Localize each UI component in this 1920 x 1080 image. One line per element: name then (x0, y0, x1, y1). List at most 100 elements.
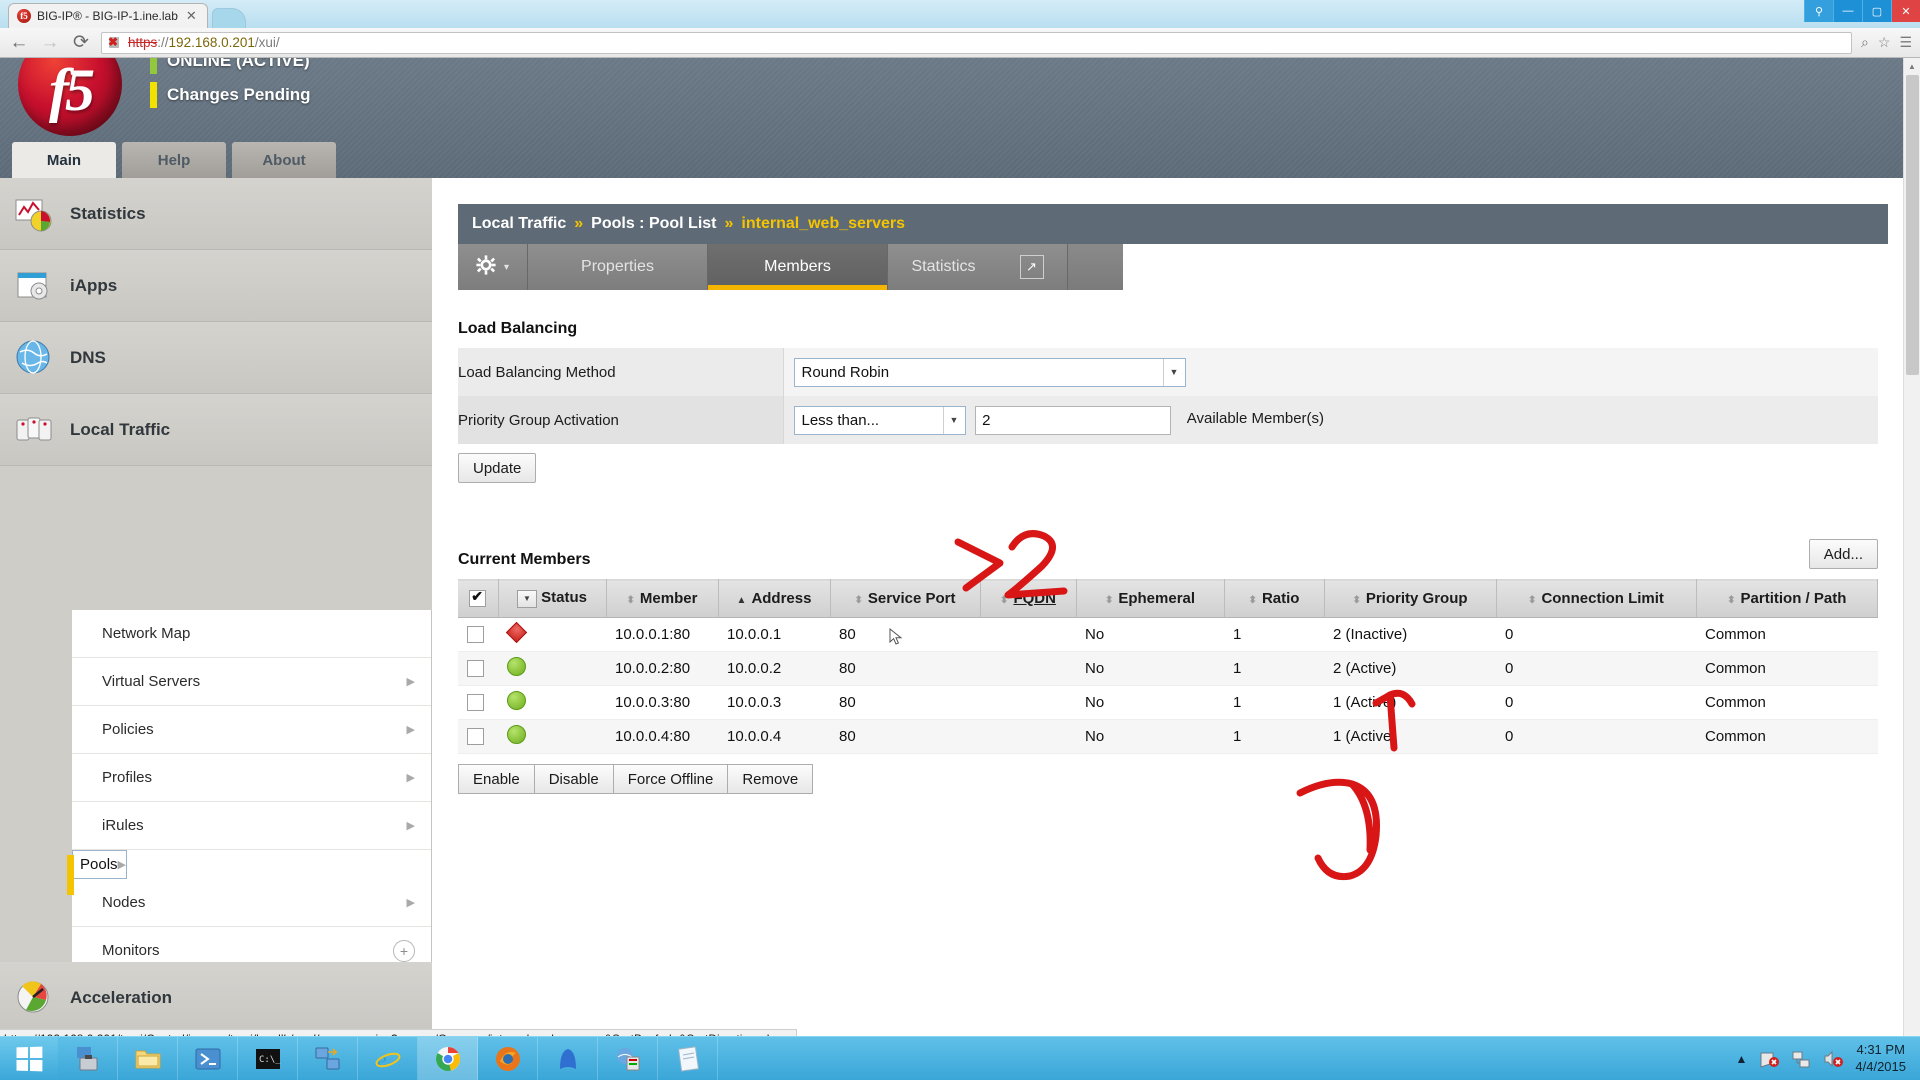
tab-help[interactable]: Help (122, 142, 226, 178)
row-connection-limit: 0 (1496, 651, 1696, 686)
load-balancing-method-select[interactable]: Round Robin ▼ (793, 357, 1186, 387)
zoom-icon[interactable]: ⌕ (1861, 34, 1869, 51)
row-checkbox-cell[interactable] (458, 685, 498, 720)
broken-https-icon[interactable]: ✖ (108, 35, 123, 50)
row-checkbox-cell[interactable] (458, 651, 498, 686)
chrome-menu-icon[interactable]: ☰ (1899, 34, 1912, 51)
table-row[interactable]: 10.0.0.3:80 10.0.0.3 80 No 1 1 (Active) … (458, 685, 1878, 720)
table-row[interactable]: 10.0.0.1:80 10.0.0.1 80 No 1 2 (Inactive… (458, 617, 1878, 652)
th-select-all[interactable] (458, 579, 499, 618)
bookmark-star-icon[interactable]: ☆ (1878, 34, 1891, 51)
tray-expand-icon[interactable]: ▲ (1736, 1052, 1748, 1066)
row-member-link[interactable]: 10.0.0.4:80 (606, 719, 718, 754)
sidebar-subitem-policies[interactable]: Policies ▶ (72, 706, 431, 754)
new-tab-button[interactable] (211, 8, 246, 28)
select-all-checkbox[interactable] (469, 588, 487, 608)
taskbar-briefcase-icon[interactable] (58, 1037, 118, 1080)
chevron-down-icon[interactable]: ▾ (504, 262, 509, 273)
taskbar-notepad-icon[interactable] (658, 1037, 718, 1080)
volume-muted-icon[interactable] (1823, 1049, 1844, 1069)
row-member-link[interactable]: 10.0.0.2:80 (606, 651, 718, 686)
tab-main[interactable]: Main (12, 142, 116, 178)
breadcrumb-pool-list[interactable]: Pools : Pool List (591, 215, 716, 233)
network-error-icon[interactable] (1759, 1049, 1780, 1069)
sidebar-item-iapps[interactable]: iApps (0, 250, 432, 322)
sidebar-item-acceleration[interactable]: Acceleration (0, 962, 432, 1034)
sidebar-item-statistics[interactable]: Statistics (0, 178, 432, 250)
th-ephemeral[interactable]: ⬍ Ephemeral (1076, 579, 1225, 618)
tab-gear-menu[interactable]: ▾ (458, 244, 528, 290)
forward-icon[interactable]: → (39, 33, 61, 52)
row-member-link[interactable]: 10.0.0.3:80 (606, 685, 718, 720)
taskbar-google-chrome-icon[interactable] (418, 1037, 478, 1080)
th-service-port[interactable]: ⬍ Service Port (830, 579, 981, 618)
sort-icon: ⬍ (1104, 595, 1114, 606)
browser-tab[interactable]: f5 BIG-IP® - BIG-IP-1.ine.lab ✕ (8, 3, 208, 28)
taskbar-command-prompt-icon[interactable]: C:\_ (238, 1037, 298, 1080)
tab-statistics[interactable]: Statistics ↗ (888, 244, 1068, 290)
scrollbar-thumb[interactable] (1906, 75, 1919, 375)
address-bar[interactable]: ✖ https://192.168.0.201/xui/ (101, 31, 1853, 54)
sidebar-subitem-profiles[interactable]: Profiles ▶ (72, 754, 431, 802)
tab-about[interactable]: About (232, 142, 336, 178)
row-checkbox[interactable] (467, 728, 484, 746)
th-fqdn[interactable]: ⬍ FQDN (980, 579, 1077, 618)
popout-icon[interactable]: ↗ (1019, 255, 1044, 279)
reload-icon[interactable]: ⟳ (70, 33, 92, 52)
back-icon[interactable]: ← (8, 33, 30, 52)
close-icon[interactable]: ✕ (184, 8, 199, 24)
f5-logo[interactable]: f5 (18, 58, 122, 136)
sidebar-subitem-pools[interactable]: Pools ▶ (67, 850, 127, 895)
sidebar-subitem-nodes[interactable]: Nodes ▶ (72, 879, 431, 927)
row-checkbox[interactable] (467, 660, 484, 678)
sidebar-subitem-irules[interactable]: iRules ▶ (72, 802, 431, 850)
taskbar-internet-explorer-icon[interactable]: e (358, 1037, 418, 1080)
table-row[interactable]: 10.0.0.4:80 10.0.0.4 80 No 1 1 (Active) … (458, 719, 1878, 754)
th-connection-limit[interactable]: ⬍ Connection Limit (1496, 579, 1697, 618)
tab-properties[interactable]: Properties (528, 244, 708, 290)
th-status[interactable]: ▼ Status (498, 579, 607, 618)
taskbar-powershell-icon[interactable] (178, 1037, 238, 1080)
row-checkbox[interactable] (467, 626, 484, 644)
plus-icon[interactable]: + (393, 939, 415, 962)
th-address[interactable]: ▲ Address (718, 579, 831, 618)
table-row[interactable]: 10.0.0.2:80 10.0.0.2 80 No 1 2 (Active) … (458, 651, 1878, 686)
taskbar-folder-explorer-icon[interactable] (118, 1037, 178, 1080)
row-checkbox-cell[interactable] (458, 719, 498, 754)
taskbar-network-tools-icon[interactable] (598, 1037, 658, 1080)
start-button[interactable] (0, 1037, 58, 1080)
th-member[interactable]: ⬍ Member (606, 579, 719, 618)
update-button[interactable]: Update (458, 453, 537, 483)
scroll-up-icon[interactable]: ▲ (1904, 58, 1920, 75)
enable-button[interactable]: Enable (458, 764, 535, 794)
taskbar-clock[interactable]: 4:31 PM 4/4/2015 (1855, 1042, 1906, 1075)
row-checkbox[interactable] (467, 694, 484, 712)
add-member-button[interactable]: Add... (1808, 539, 1878, 569)
taskbar-firefox-icon[interactable] (478, 1037, 538, 1080)
maximize-button[interactable]: ▢ (1862, 0, 1891, 22)
breadcrumb-local-traffic[interactable]: Local Traffic (472, 215, 566, 233)
close-window-button[interactable]: ✕ (1891, 0, 1920, 22)
remove-button[interactable]: Remove (727, 764, 814, 794)
ethernet-icon[interactable] (1791, 1049, 1811, 1069)
sidebar-subitem-network-map[interactable]: Network Map (72, 610, 431, 658)
taskbar-wireshark-icon[interactable] (538, 1037, 598, 1080)
pin-window-button[interactable]: ⚲ (1804, 0, 1833, 22)
sidebar-item-dns[interactable]: DNS (0, 322, 432, 394)
th-ratio[interactable]: ⬍ Ratio (1224, 579, 1325, 618)
sidebar-subitem-virtual-servers[interactable]: Virtual Servers ▶ (72, 658, 431, 706)
minimize-button[interactable]: — (1833, 0, 1862, 22)
force-offline-button[interactable]: Force Offline (612, 764, 729, 794)
taskbar-remote-desktop-icon[interactable] (298, 1037, 358, 1080)
row-member-link[interactable]: 10.0.0.1:80 (606, 617, 718, 652)
row-checkbox-cell[interactable] (458, 617, 498, 652)
th-priority-group[interactable]: ⬍ Priority Group (1324, 579, 1497, 618)
page-scrollbar[interactable]: ▲ ▼ (1903, 58, 1920, 1048)
priority-group-number-input[interactable]: 2 (975, 405, 1172, 435)
status-filter-dropdown-icon[interactable]: ▼ (516, 589, 537, 608)
disable-button[interactable]: Disable (533, 764, 614, 794)
sidebar-item-local-traffic[interactable]: Local Traffic (0, 394, 432, 466)
th-partition-path[interactable]: ⬍ Partition / Path (1696, 579, 1878, 618)
tab-members[interactable]: Members (708, 244, 888, 290)
priority-group-activation-select[interactable]: Less than... ▼ (793, 405, 966, 435)
